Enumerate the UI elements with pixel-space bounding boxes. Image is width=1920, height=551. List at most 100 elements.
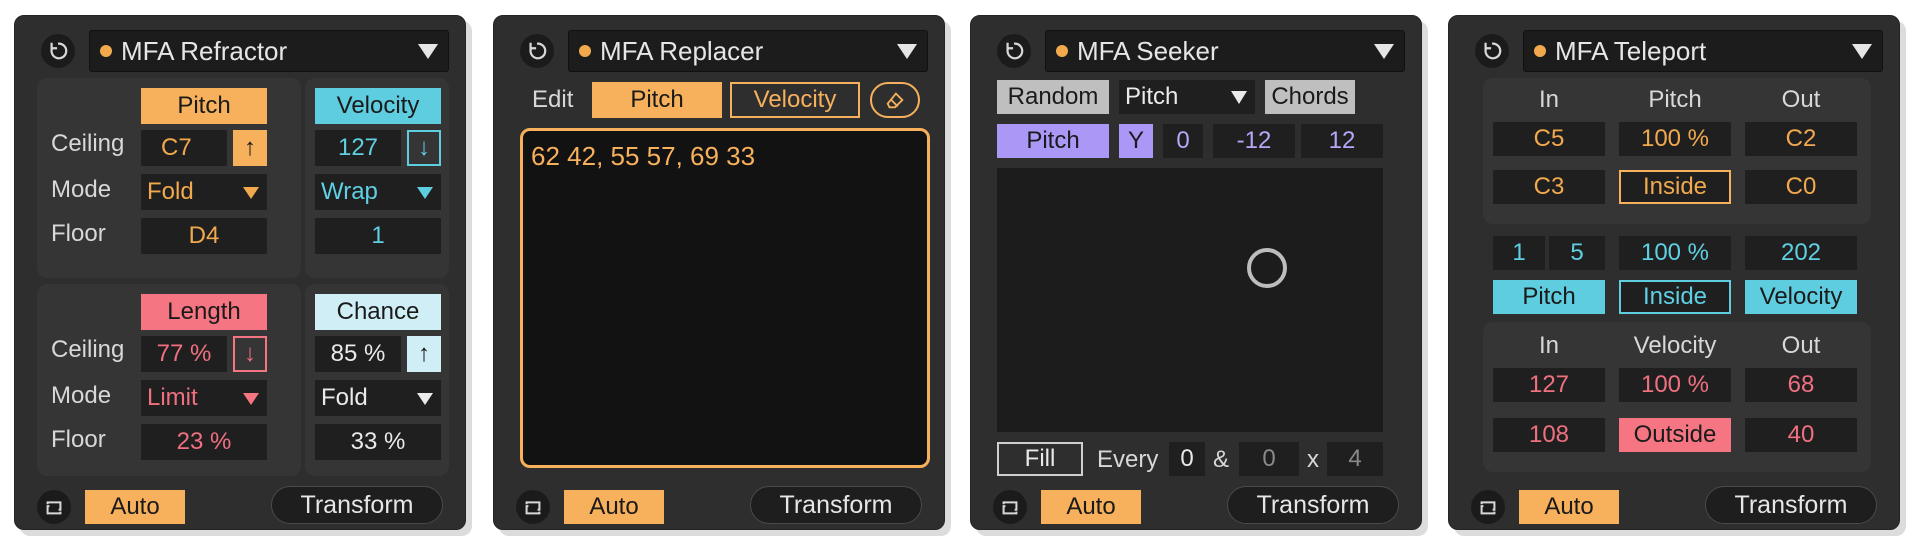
power-cycle-icon[interactable]	[520, 34, 554, 68]
out-high-field[interactable]: C2	[1745, 122, 1857, 156]
auto-button[interactable]: Auto	[564, 490, 664, 524]
every-label: Every	[1097, 446, 1159, 473]
out-high-field[interactable]: 68	[1745, 368, 1857, 402]
out-label: Out	[1781, 332, 1821, 359]
every-b-field[interactable]: 0	[1239, 442, 1299, 476]
random-button[interactable]: Random	[997, 80, 1109, 114]
length-ceiling-field[interactable]: 77 %	[141, 336, 227, 372]
fill-button[interactable]: Fill	[997, 442, 1083, 476]
pitch-floor-field[interactable]: D4	[141, 218, 267, 254]
velocity-toggle[interactable]: Velocity	[730, 82, 860, 118]
range-a-field[interactable]: 1	[1493, 236, 1545, 270]
middle-amount-field[interactable]: 100 %	[1619, 236, 1731, 270]
device-title-dropdown[interactable]: MFA Replacer	[568, 30, 928, 72]
axis-y-button[interactable]: Y	[1119, 124, 1153, 158]
device-title: MFA Seeker	[1077, 35, 1219, 66]
velocity-mode-select[interactable]: Wrap	[315, 174, 441, 210]
sequence-text-editor[interactable]: 62 42, 55 57, 69 33	[520, 128, 930, 468]
arrow-down-icon[interactable]: ↓	[233, 336, 267, 372]
every-a-field[interactable]: 0	[1169, 442, 1205, 476]
xy-pad[interactable]	[997, 168, 1383, 432]
auto-button[interactable]: Auto	[1519, 490, 1619, 524]
status-dot	[1056, 45, 1068, 57]
amount-field[interactable]: 100 %	[1619, 122, 1731, 156]
in-label: In	[1538, 86, 1559, 113]
target-select[interactable]: Pitch	[1119, 80, 1255, 114]
x-label: x	[1307, 446, 1319, 473]
power-cycle-icon[interactable]	[41, 34, 75, 68]
status-dot	[579, 45, 591, 57]
in-high-field[interactable]: C5	[1493, 122, 1605, 156]
range-mode-toggle[interactable]: Outside	[1619, 418, 1731, 452]
loop-icon[interactable]	[516, 490, 550, 524]
length-floor-field[interactable]: 23 %	[141, 424, 267, 460]
loop-icon[interactable]	[993, 490, 1027, 524]
pitch-button[interactable]: Pitch	[1493, 280, 1605, 314]
axis-offset-field[interactable]: 0	[1163, 124, 1203, 158]
transform-button[interactable]: Transform	[271, 486, 443, 524]
range-mode-toggle[interactable]: Inside	[1619, 170, 1731, 204]
floor-label: Floor	[51, 426, 106, 453]
transform-button[interactable]: Transform	[1705, 486, 1877, 524]
chance-mode-select[interactable]: Fold	[315, 380, 441, 416]
pitch-mode-select[interactable]: Fold	[141, 174, 267, 210]
chords-button[interactable]: Chords	[1265, 80, 1355, 114]
arrow-up-icon[interactable]: ↑	[407, 336, 441, 372]
eraser-icon[interactable]	[870, 82, 920, 118]
device-refractor: MFA Refractor Pitch Ceiling C7 ↑ Mode Fo…	[14, 15, 466, 530]
chance-panel: Chance 85 % ↑ Fold 33 %	[305, 284, 449, 476]
velocity-floor-field[interactable]: 1	[315, 218, 441, 254]
out-label: Out	[1781, 86, 1821, 113]
arrow-down-icon[interactable]: ↓	[407, 130, 441, 166]
in-low-field[interactable]: C3	[1493, 170, 1605, 204]
transform-button[interactable]: Transform	[1227, 486, 1399, 524]
loop-icon[interactable]	[37, 490, 71, 524]
length-mode-value: Limit	[147, 384, 198, 411]
out-low-field[interactable]: C0	[1745, 170, 1857, 204]
auto-button[interactable]: Auto	[1041, 490, 1141, 524]
amount-field[interactable]: 100 %	[1619, 368, 1731, 402]
axis-param-button[interactable]: Pitch	[997, 124, 1109, 158]
length-mode-select[interactable]: Limit	[141, 380, 267, 416]
chance-header[interactable]: Chance	[315, 294, 441, 330]
velocity-header[interactable]: Velocity	[315, 88, 441, 124]
every-c-field[interactable]: 4	[1327, 442, 1383, 476]
pitch-header[interactable]: Pitch	[141, 88, 267, 124]
axis-max-field[interactable]: 12	[1301, 124, 1383, 158]
velocity-ceiling-field[interactable]: 127	[315, 130, 401, 166]
chevron-down-icon	[1374, 44, 1394, 59]
arrow-up-icon[interactable]: ↑	[233, 130, 267, 166]
device-title-dropdown[interactable]: MFA Teleport	[1523, 30, 1883, 72]
device-title-dropdown[interactable]: MFA Refractor	[89, 30, 449, 72]
in-high-field[interactable]: 127	[1493, 368, 1605, 402]
loop-icon[interactable]	[1471, 490, 1505, 524]
chance-floor-field[interactable]: 33 %	[315, 424, 441, 460]
sequence-text: 62 42, 55 57, 69 33	[531, 141, 756, 171]
middle-value-field[interactable]: 202	[1745, 236, 1857, 270]
pitch-mode-value: Fold	[147, 178, 194, 205]
chevron-down-icon	[418, 44, 438, 59]
pitch-label: Pitch	[1648, 86, 1702, 113]
chevron-down-icon	[243, 187, 259, 199]
range-b-field[interactable]: 5	[1549, 236, 1605, 270]
device-title: MFA Teleport	[1555, 35, 1707, 66]
status-dot	[1534, 45, 1546, 57]
xy-pad-cursor[interactable]	[1247, 248, 1287, 288]
pitch-toggle[interactable]: Pitch	[592, 82, 722, 118]
transform-button[interactable]: Transform	[750, 486, 922, 524]
out-low-field[interactable]: 40	[1745, 418, 1857, 452]
velocity-button[interactable]: Velocity	[1745, 280, 1857, 314]
power-cycle-icon[interactable]	[997, 34, 1031, 68]
axis-min-field[interactable]: -12	[1213, 124, 1295, 158]
pitch-ceiling-field[interactable]: C7	[141, 130, 227, 166]
middle-mode-toggle[interactable]: Inside	[1619, 280, 1731, 314]
device-title-dropdown[interactable]: MFA Seeker	[1045, 30, 1405, 72]
chance-ceiling-field[interactable]: 85 %	[315, 336, 401, 372]
in-low-field[interactable]: 108	[1493, 418, 1605, 452]
auto-button[interactable]: Auto	[85, 490, 185, 524]
chevron-down-icon	[417, 187, 433, 199]
chevron-down-icon	[1231, 91, 1247, 104]
power-cycle-icon[interactable]	[1475, 34, 1509, 68]
ceiling-label: Ceiling	[51, 336, 125, 363]
length-header[interactable]: Length	[141, 294, 267, 330]
